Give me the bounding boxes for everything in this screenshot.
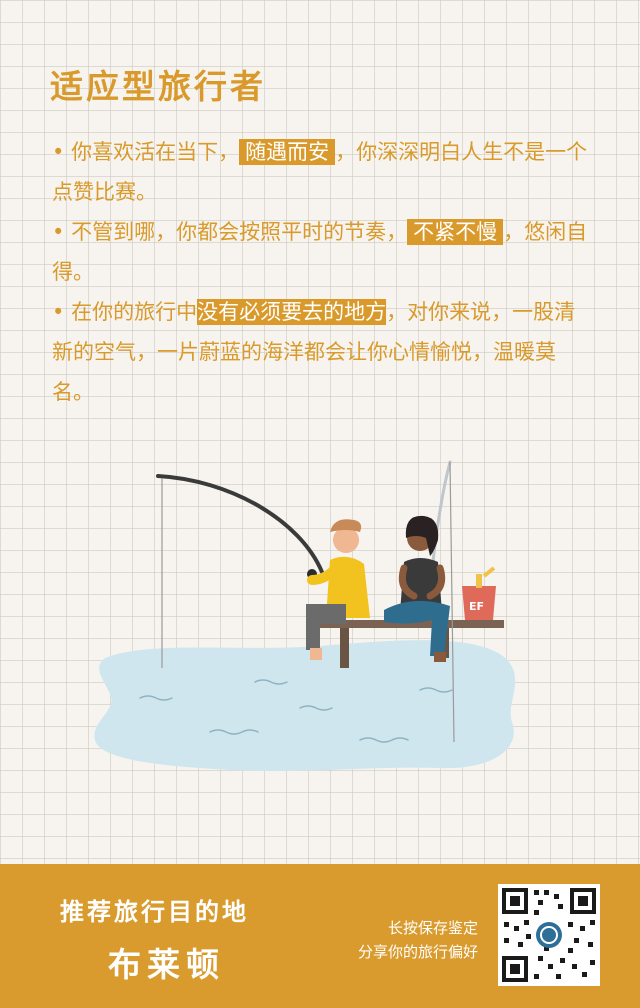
highlight-phrase: 没有必须要去的地方 — [197, 299, 387, 325]
dock-post — [340, 628, 349, 668]
hint-line: 分享你的旅行偏好 — [357, 943, 478, 961]
fishing-illustration: EF — [94, 460, 516, 772]
paragraph-text: 你喜欢活在当下， — [71, 140, 240, 164]
description: • 你喜欢活在当下， 随遇而安 ，你深深明白人生不是一个点赞比赛。 • 不管到哪，你… — [52, 132, 592, 412]
highlight-phrase: 不紧不慢 — [407, 219, 504, 245]
bucket-logo: EF — [469, 600, 484, 613]
recommend-label: 推荐旅行目的地 — [60, 898, 249, 926]
paragraph-2: • 不管到哪，你都会按照平时的节奏， 不紧不慢 ，悠闲自得。 — [52, 212, 592, 292]
paragraph-text: 不管到哪，你都会按照平时的节奏， — [71, 220, 408, 244]
fishing-rod-man — [156, 474, 324, 574]
bullet: • — [52, 220, 65, 244]
highlight-phrase: 随遇而安 — [239, 139, 336, 165]
page-title: 适应型旅行者 — [50, 67, 266, 106]
footer-banner: 推荐旅行目的地 布莱顿 长按保存鉴定 分享你的旅行偏好 — [0, 864, 640, 1008]
man-figure — [306, 519, 370, 660]
bullet: • — [52, 140, 65, 164]
share-hint: 长按保存鉴定 分享你的旅行偏好 — [358, 916, 478, 964]
woman-figure — [384, 515, 450, 662]
paragraph-1: • 你喜欢活在当下， 随遇而安 ，你深深明白人生不是一个点赞比赛。 — [52, 132, 592, 212]
bullet: • — [52, 300, 65, 324]
destination-name: 布莱顿 — [108, 945, 225, 984]
bucket: EF — [462, 566, 496, 620]
paragraph-text: 在你的旅行中 — [71, 300, 198, 324]
hint-line: 长按保存鉴定 — [387, 919, 478, 937]
paragraph-3: • 在你的旅行中没有必须要去的地方，对你来说，一股清新的空气，一片蔚蓝的海洋都会… — [52, 292, 592, 412]
qr-code[interactable] — [498, 884, 600, 986]
